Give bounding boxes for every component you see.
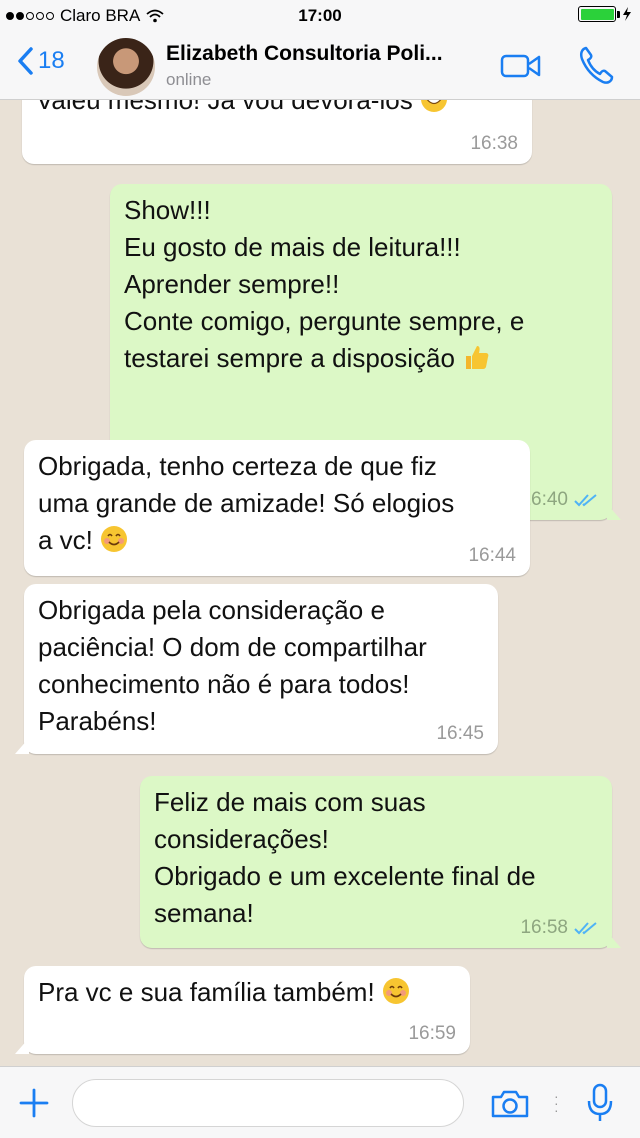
message-time: 16:59	[408, 1023, 456, 1044]
status-bar: Claro BRA 17:00	[0, 0, 640, 32]
separator-dots: · · ·	[554, 1088, 559, 1118]
charging-icon	[623, 7, 631, 21]
message-meta: 16:44	[468, 546, 516, 566]
double-check-icon	[574, 922, 597, 935]
message-text: Valeu mesmo! Já vou devorá-los	[36, 100, 448, 119]
message-meta: 16:38	[470, 134, 518, 154]
message-bubble-incoming[interactable]: Pra vc e sua família também! 16:59	[15, 966, 470, 1054]
contact-status: online	[166, 70, 212, 89]
message-time: 16:38	[470, 133, 518, 154]
message-text: Feliz de mais com suas considerações! Ob…	[154, 787, 536, 928]
message-time: 16:58	[520, 917, 568, 938]
attach-button[interactable]	[18, 1087, 50, 1124]
message-meta: 16:59	[408, 1024, 456, 1044]
plus-icon	[19, 1088, 49, 1118]
chat-area[interactable]: Valeu mesmo! Já vou devorá-los 16:38 Sho…	[0, 100, 640, 1066]
unread-count: 18	[38, 47, 65, 74]
message-time: 16:44	[468, 545, 516, 566]
chevron-left-icon	[18, 47, 33, 75]
status-time: 17:00	[298, 6, 342, 25]
message-bubble-incoming[interactable]: Obrigada pela consideração e paciência! …	[15, 584, 498, 754]
battery-icon	[578, 6, 616, 22]
message-meta: 16:40	[520, 490, 598, 510]
video-camera-icon	[500, 54, 541, 78]
smile-emoji-icon	[382, 978, 409, 1004]
contact-name[interactable]: Elizabeth Consultoria Poli...	[166, 42, 443, 66]
thumbs-up-emoji-icon	[466, 346, 489, 369]
message-bubble-outgoing[interactable]: Feliz de mais com suas considerações! Ob…	[140, 776, 621, 948]
message-text: Obrigada pela consideração e paciência! …	[38, 595, 427, 736]
double-check-icon	[574, 494, 597, 507]
message-time: 16:45	[436, 723, 484, 744]
video-call-button[interactable]	[500, 52, 542, 85]
message-meta: 16:58	[520, 918, 598, 938]
message-bubble-incoming[interactable]: Valeu mesmo! Já vou devorá-los 16:38	[22, 100, 532, 164]
status-right	[578, 6, 632, 22]
chat-header: 18 Elizabeth Consultoria Poli... online	[0, 32, 640, 100]
message-input[interactable]	[72, 1079, 464, 1127]
message-meta: 16:45	[436, 724, 484, 744]
message-bubble-incoming[interactable]: Obrigada, tenho certeza de que fiz uma g…	[24, 440, 530, 576]
message-text: Show!!! Eu gosto de mais de leitura!!! A…	[124, 195, 525, 373]
input-bar: · · ·	[0, 1066, 640, 1138]
microphone-icon	[587, 1083, 613, 1121]
back-button[interactable]: 18	[16, 46, 65, 76]
message-text: Obrigada, tenho certeza de que fiz uma g…	[38, 451, 455, 555]
voice-call-button[interactable]	[578, 45, 614, 90]
camera-icon	[491, 1090, 529, 1118]
phone-icon	[579, 46, 614, 84]
camera-button[interactable]	[490, 1089, 530, 1124]
microphone-button[interactable]	[587, 1083, 613, 1128]
message-text: Pra vc e sua família também!	[38, 974, 410, 1011]
avatar[interactable]	[97, 38, 155, 96]
grin-emoji-icon	[420, 100, 447, 112]
smile-emoji-icon	[101, 526, 128, 552]
